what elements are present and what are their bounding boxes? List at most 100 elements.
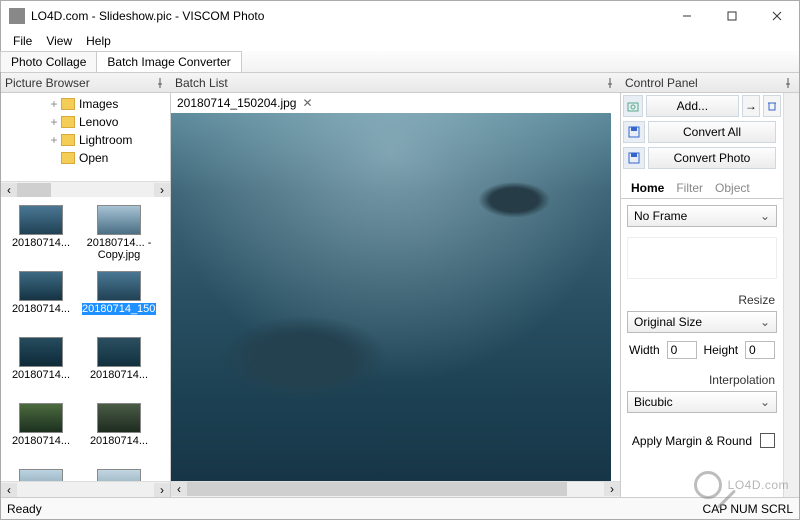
app-icon — [9, 8, 25, 24]
scroll-thumb[interactable] — [187, 482, 567, 496]
thumbnail[interactable]: 20180714... — [81, 399, 157, 463]
size-select[interactable]: Original Size ⌄ — [627, 311, 777, 333]
scroll-right-icon[interactable]: › — [604, 482, 620, 496]
menubar: File View Help — [1, 31, 799, 51]
picture-browser-header: Picture Browser — [1, 73, 171, 93]
thumbnail[interactable]: 20180715... — [3, 465, 79, 481]
thumbnail[interactable]: 20180714... - Copy.jpg — [81, 201, 157, 265]
thumbnail[interactable]: 20180714... — [3, 333, 79, 397]
convert-all-button[interactable]: Convert All — [648, 121, 776, 143]
tree-item[interactable]: +Lenovo — [1, 113, 170, 131]
batch-list-panel: 20180714_150204.jpg ✕ ‹ › — [171, 93, 621, 497]
scroll-left-icon[interactable]: ‹ — [171, 482, 187, 496]
maximize-button[interactable] — [709, 1, 754, 31]
titlebar: LO4D.com - Slideshow.pic - VISCOM Photo — [1, 1, 799, 31]
tab-photo-collage[interactable]: Photo Collage — [0, 51, 97, 72]
folder-icon — [61, 134, 75, 146]
frame-section: No Frame ⌄ — [621, 199, 783, 279]
chevron-down-icon: ⌄ — [760, 315, 770, 329]
interpolation-section: Interpolation Bicubic ⌄ — [621, 359, 783, 413]
control-panel-header: Control Panel — [621, 73, 799, 93]
thumbnail-label: 20180714... — [12, 237, 70, 249]
scroll-right-icon[interactable]: › — [154, 183, 170, 197]
chevron-down-icon: ⌄ — [760, 395, 770, 409]
thumbnail-label: 20180714_150204.jpg — [82, 303, 156, 315]
thumbnail[interactable]: 20180715... — [81, 465, 157, 481]
tree-h-scrollbar[interactable]: ‹ › — [1, 181, 170, 197]
folder-icon — [61, 152, 75, 164]
menu-view[interactable]: View — [40, 32, 78, 50]
statusbar: Ready CAP NUM SCRL — [1, 497, 799, 519]
chevron-down-icon: ⌄ — [760, 209, 770, 223]
thumbnail[interactable]: 20180714... — [81, 333, 157, 397]
width-label: Width — [629, 343, 660, 357]
margin-section: Apply Margin & Round — [621, 427, 783, 448]
status-keys: CAP NUM SCRL — [703, 502, 793, 516]
disk-icon — [623, 121, 645, 143]
cp-tab-filter[interactable]: Filter — [670, 179, 709, 197]
thumbnail-label: 20180714... — [12, 369, 70, 381]
scroll-thumb[interactable] — [17, 183, 51, 197]
tree-item[interactable]: +Lightroom — [1, 131, 170, 149]
batch-list-title: Batch List — [175, 76, 228, 90]
convert-photo-button[interactable]: Convert Photo — [648, 147, 776, 169]
thumbnail[interactable]: 20180714... — [3, 201, 79, 265]
frame-select[interactable]: No Frame ⌄ — [627, 205, 777, 227]
cp-row-convert-photo: Convert Photo — [621, 145, 783, 171]
cp-tab-home[interactable]: Home — [625, 179, 670, 197]
open-file-tab[interactable]: 20180714_150204.jpg ✕ — [171, 93, 620, 113]
app-window: LO4D.com - Slideshow.pic - VISCOM Photo … — [0, 0, 800, 520]
pin-icon[interactable] — [603, 76, 617, 90]
preview-area — [171, 113, 620, 481]
resize-section: Resize Original Size ⌄ Width 0 Height 0 — [621, 279, 783, 359]
open-file-name: 20180714_150204.jpg — [177, 96, 296, 110]
tab-batch-converter[interactable]: Batch Image Converter — [96, 51, 241, 72]
close-button[interactable] — [754, 1, 799, 31]
thumbnail[interactable]: 20180714... — [3, 399, 79, 463]
pin-icon[interactable] — [781, 76, 795, 90]
height-input[interactable]: 0 — [745, 341, 775, 359]
thumbnail-grid: 20180714... 20180714... - Copy.jpg 20180… — [1, 197, 170, 481]
folder-icon — [61, 98, 75, 110]
thumbnail-selected[interactable]: 20180714_150204.jpg — [81, 267, 157, 331]
body: +Images +Lenovo +Lightroom Open ‹ › 2018… — [1, 93, 799, 497]
thumbnail[interactable]: 20180714... — [3, 267, 79, 331]
thumbs-h-scrollbar[interactable]: ‹ › — [1, 481, 170, 497]
folder-icon — [61, 116, 75, 128]
control-tabs: Home Filter Object — [621, 177, 783, 199]
status-text: Ready — [7, 502, 42, 516]
tree-item[interactable]: +Images — [1, 95, 170, 113]
window-title: LO4D.com - Slideshow.pic - VISCOM Photo — [31, 9, 664, 23]
tree-item[interactable]: Open — [1, 149, 170, 167]
thumbnail-label: 20180714... — [90, 369, 148, 381]
scroll-right-icon[interactable]: › — [154, 483, 170, 497]
control-panel-title: Control Panel — [625, 76, 698, 90]
width-input[interactable]: 0 — [667, 341, 697, 359]
minimize-button[interactable] — [664, 1, 709, 31]
cp-row-convert-all: Convert All — [621, 119, 783, 145]
tree-item-label: Lightroom — [79, 133, 132, 147]
picture-browser-title: Picture Browser — [5, 76, 90, 90]
pin-icon[interactable] — [153, 76, 167, 90]
apply-margin-checkbox[interactable] — [760, 433, 775, 448]
panel-header-row: Picture Browser Batch List Control Panel — [1, 73, 799, 93]
tree-item-label: Lenovo — [79, 115, 118, 129]
scroll-left-icon[interactable]: ‹ — [1, 483, 17, 497]
preview-h-scrollbar[interactable]: ‹ › — [171, 481, 620, 497]
add-button[interactable]: Add... — [646, 95, 739, 117]
menu-help[interactable]: Help — [80, 32, 117, 50]
interpolation-title: Interpolation — [627, 373, 775, 387]
cp-tab-object[interactable]: Object — [709, 179, 756, 197]
folder-tree[interactable]: +Images +Lenovo +Lightroom Open — [1, 93, 170, 181]
close-file-icon[interactable]: ✕ — [302, 96, 312, 110]
thumbnail-label: 20180714... — [12, 303, 70, 315]
scroll-left-icon[interactable]: ‹ — [1, 183, 17, 197]
interpolation-select[interactable]: Bicubic ⌄ — [627, 391, 777, 413]
add-delete-button[interactable] — [763, 95, 781, 117]
add-arrow-button[interactable]: → — [742, 95, 760, 117]
menu-file[interactable]: File — [7, 32, 38, 50]
interpolation-value: Bicubic — [634, 395, 673, 409]
control-v-scrollbar[interactable] — [783, 93, 799, 497]
frame-preview — [627, 237, 777, 279]
apply-margin-label: Apply Margin & Round — [632, 434, 752, 448]
